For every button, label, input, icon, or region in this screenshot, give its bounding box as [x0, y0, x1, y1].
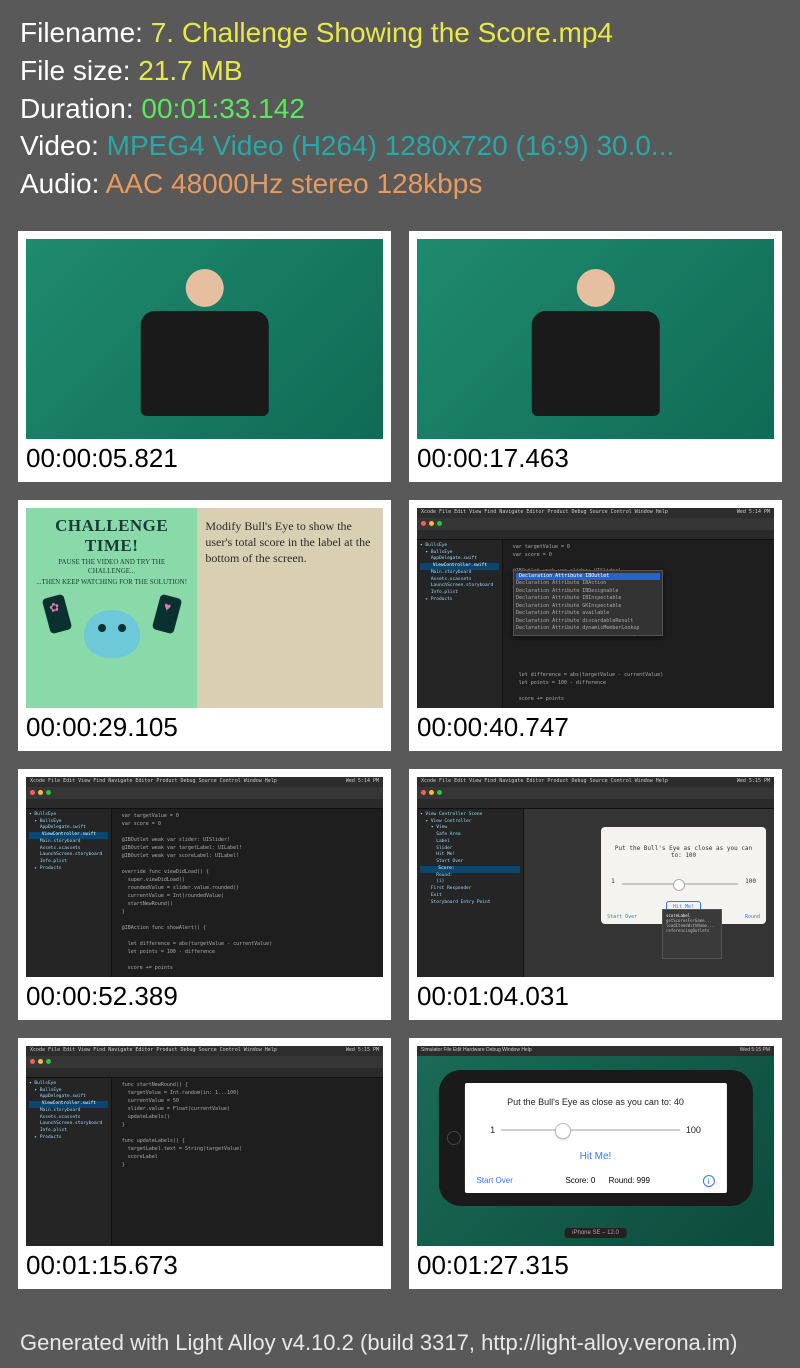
- iphone-frame: Put the Bull's Eye as close as you can t…: [438, 1070, 752, 1206]
- thumbnail-image: Simulator File Edit Hardware Debug Windo…: [417, 1046, 774, 1246]
- xcode-menubar: Xcode File Edit View Find Navigate Edito…: [30, 778, 277, 786]
- ib-round: Round: [745, 914, 760, 920]
- challenge-sub1: PAUSE THE VIDEO AND TRY THE CHALLENGE...: [34, 558, 189, 576]
- xcode-menubar: Xcode File Edit View Find Navigate Edito…: [30, 1047, 277, 1055]
- file-info-block: Filename: 7. Challenge Showing the Score…: [0, 0, 800, 213]
- thumbnail[interactable]: 00:00:05.821: [18, 231, 391, 482]
- sim-startover: Start Over: [476, 1176, 512, 1185]
- thumbnail-image: Xcode File Edit View Find Navigate Edito…: [26, 777, 383, 977]
- challenge-sub2: ...THEN KEEP WATCHING FOR THE SOLUTION!: [34, 578, 189, 587]
- thumbnail-image: Xcode File Edit View Find Navigate Edito…: [26, 1046, 383, 1246]
- generator-footer: Generated with Light Alloy v4.10.2 (buil…: [20, 1330, 737, 1356]
- ib-slider-max: 100: [745, 878, 756, 885]
- thumbnail[interactable]: Xcode File Edit View Find Navigate Edito…: [18, 1038, 391, 1289]
- thumbnail[interactable]: Xcode File Edit View Find Navigate Edito…: [409, 500, 782, 751]
- sim-slider-max: 100: [686, 1125, 701, 1135]
- thumbnail-timestamp: 00:00:05.821: [26, 439, 383, 474]
- sim-device-label: iPhone SE – 12.0: [564, 1228, 627, 1238]
- duration-line: Duration: 00:01:33.142: [20, 90, 780, 128]
- sim-round: Round: 999: [609, 1176, 650, 1185]
- ib-slider-min: 1: [611, 878, 615, 885]
- filesize-label: File size:: [20, 55, 138, 86]
- video-line: Video: MPEG4 Video (H264) 1280x720 (16:9…: [20, 127, 780, 165]
- audio-line: Audio: AAC 48000Hz stereo 128kbps: [20, 165, 780, 203]
- thumbnail-timestamp: 00:00:52.389: [26, 977, 383, 1012]
- filesize-value: 21.7 MB: [138, 55, 242, 86]
- thumbnail[interactable]: Xcode File Edit View Find Navigate Edito…: [409, 769, 782, 1020]
- duration-value: 00:01:33.142: [141, 93, 305, 124]
- challenge-description: Modify Bull's Eye to show the user's tot…: [197, 508, 383, 708]
- thumbnail-image: Xcode File Edit View Find Navigate Edito…: [417, 777, 774, 977]
- ib-prompt-label: Put the Bull's Eye as close as you can t…: [611, 845, 756, 859]
- filename-line: Filename: 7. Challenge Showing the Score…: [20, 14, 780, 52]
- xcode-menubar: Xcode File Edit View Find Navigate Edito…: [421, 778, 668, 786]
- thumbnail-timestamp: 00:00:17.463: [417, 439, 774, 474]
- xcode-editor: func startNewRound() { targetValue = Int…: [112, 1078, 383, 1246]
- filesize-line: File size: 21.7 MB: [20, 52, 780, 90]
- thumbnail-timestamp: 00:01:27.315: [417, 1246, 774, 1281]
- thumbnail[interactable]: Simulator File Edit Hardware Debug Windo…: [409, 1038, 782, 1289]
- simulator-menubar: Simulator File Edit Hardware Debug Windo…: [421, 1047, 532, 1055]
- challenge-title: CHALLENGE TIME!: [34, 516, 189, 556]
- interface-builder-canvas: Put the Bull's Eye as close as you can t…: [524, 809, 774, 977]
- sim-slider-min: 1: [490, 1125, 495, 1135]
- xcode-menubar: Xcode File Edit View Find Navigate Edito…: [421, 509, 668, 517]
- clock: Wed 5:15 PM: [737, 778, 770, 786]
- mascot-icon: [52, 590, 172, 700]
- sim-score: Score: 0: [565, 1176, 595, 1185]
- clock: Wed 5:15 PM: [740, 1047, 770, 1055]
- xcode-navigator: ▾ BullsEye ▾ BullsEye AppDelegate.swift …: [26, 1078, 112, 1246]
- home-button-icon: [446, 1131, 460, 1145]
- sim-prompt: Put the Bull's Eye as close as you can t…: [507, 1097, 684, 1107]
- thumbnail[interactable]: 00:00:17.463: [409, 231, 782, 482]
- clock: Wed 5:15 PM: [346, 1047, 379, 1055]
- thumbnail[interactable]: Xcode File Edit View Find Navigate Edito…: [18, 769, 391, 1020]
- autocomplete-dropdown: Declaration Attribute IBOutlet Declarati…: [513, 570, 663, 636]
- thumbnail-image: [417, 239, 774, 439]
- duration-label: Duration:: [20, 93, 141, 124]
- thumbnail-image: Xcode File Edit View Find Navigate Edito…: [417, 508, 774, 708]
- clock: Wed 5:14 PM: [737, 509, 770, 517]
- thumbnail[interactable]: CHALLENGE TIME! PAUSE THE VIDEO AND TRY …: [18, 500, 391, 751]
- ib-connections-popup: scoreLabel getScoresForGame... loadItems…: [662, 909, 722, 959]
- xcode-navigator: ▾ BullsEye ▾ BullsEye AppDelegate.swift …: [417, 540, 503, 708]
- sim-slider: [501, 1129, 680, 1131]
- clock: Wed 5:14 PM: [346, 778, 379, 786]
- ib-slider: [622, 883, 738, 885]
- thumbnail-timestamp: 00:00:40.747: [417, 708, 774, 743]
- audio-label: Audio:: [20, 168, 106, 199]
- info-icon: i: [703, 1175, 715, 1187]
- xcode-editor: var targetValue = 0 var score = 0 @IBOut…: [112, 809, 383, 977]
- audio-value: AAC 48000Hz stereo 128kbps: [106, 168, 483, 199]
- video-label: Video:: [20, 130, 107, 161]
- xcode-navigator: ▾ BullsEye ▾ BullsEye AppDelegate.swift …: [26, 809, 112, 977]
- thumbnail-image: CHALLENGE TIME! PAUSE THE VIDEO AND TRY …: [26, 508, 383, 708]
- video-value: MPEG4 Video (H264) 1280x720 (16:9) 30.0.…: [107, 130, 675, 161]
- thumbnail-image: [26, 239, 383, 439]
- filename-label: Filename:: [20, 17, 151, 48]
- dropdown-selected: Declaration Attribute IBOutlet: [516, 573, 660, 581]
- thumbnail-timestamp: 00:01:04.031: [417, 977, 774, 1012]
- sim-hit-button: Hit Me!: [580, 1151, 612, 1162]
- thumbnail-grid: 00:00:05.821 00:00:17.463 CHALLENGE TIME…: [0, 213, 800, 1289]
- xcode-outline: ▾ View Controller Scene ▾ View Controlle…: [417, 809, 524, 977]
- thumbnail-timestamp: 00:00:29.105: [26, 708, 383, 743]
- iphone-screen: Put the Bull's Eye as close as you can t…: [464, 1083, 726, 1192]
- dropdown-items: Declaration Attribute IBAction Declarati…: [516, 580, 660, 633]
- thumbnail-timestamp: 00:01:15.673: [26, 1246, 383, 1281]
- filename-value: 7. Challenge Showing the Score.mp4: [151, 17, 613, 48]
- ib-startover: Start Over: [607, 914, 637, 920]
